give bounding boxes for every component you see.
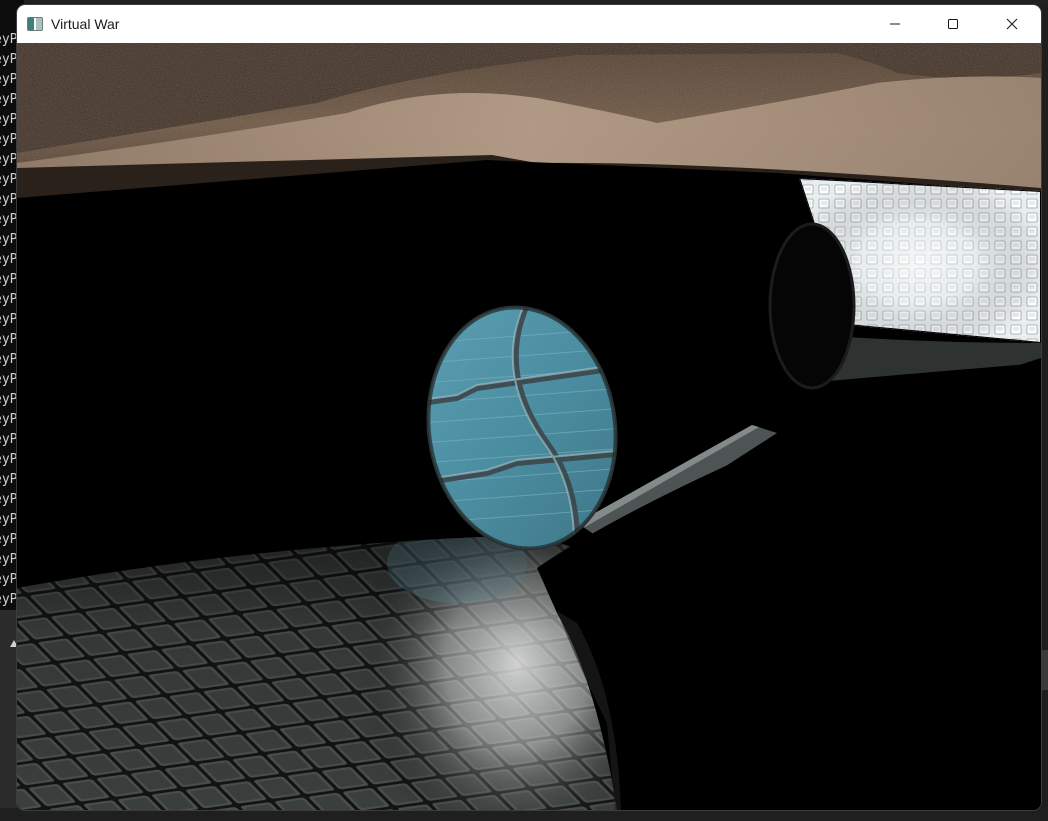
console-line: eyP — [0, 472, 18, 487]
app-window-icon — [27, 17, 43, 31]
close-icon — [1006, 18, 1018, 30]
console-line: eyP — [0, 272, 18, 287]
console-line: eyP — [0, 512, 18, 527]
window-title: Virtual War — [51, 16, 120, 32]
console-line: eyP — [0, 372, 18, 387]
console-line: eyP — [0, 172, 18, 187]
console-line: eyP — [0, 552, 18, 567]
maximize-icon — [948, 19, 958, 29]
console-line: eyP — [0, 192, 18, 207]
maximize-button[interactable] — [924, 5, 982, 43]
background-scrollbar — [1040, 650, 1048, 690]
minimize-icon — [890, 23, 900, 25]
console-line: eyP — [0, 72, 18, 87]
console-line: eyP — [0, 112, 18, 127]
console-line: eyP — [0, 352, 18, 367]
game-window[interactable]: Virtual War — [17, 5, 1041, 810]
console-line: eyP — [0, 32, 18, 47]
close-button[interactable] — [983, 5, 1041, 43]
console-line: eyP — [0, 492, 18, 507]
console-line: eyP — [0, 312, 18, 327]
console-line: eyP — [0, 52, 18, 67]
console-line: eyP — [0, 292, 18, 307]
console-line: eyP — [0, 332, 18, 347]
console-line: eyP — [0, 532, 18, 547]
console-line: eyP — [0, 152, 18, 167]
console-line: eyP — [0, 252, 18, 267]
game-viewport[interactable] — [17, 43, 1041, 810]
console-line: eyP — [0, 432, 18, 447]
console-line: eyP — [0, 212, 18, 227]
console-line: eyP — [0, 232, 18, 247]
console-line: eyP — [0, 412, 18, 427]
minimize-button[interactable] — [866, 5, 924, 43]
console-line: eyP — [0, 592, 18, 607]
title-bar[interactable]: Virtual War — [17, 5, 1041, 43]
console-line: eyP — [0, 392, 18, 407]
console-line: eyP — [0, 572, 18, 587]
console-line: eyP — [0, 92, 18, 107]
console-line: eyP — [0, 452, 18, 467]
3d-scene — [17, 43, 1041, 810]
console-line: eyP — [0, 132, 18, 147]
